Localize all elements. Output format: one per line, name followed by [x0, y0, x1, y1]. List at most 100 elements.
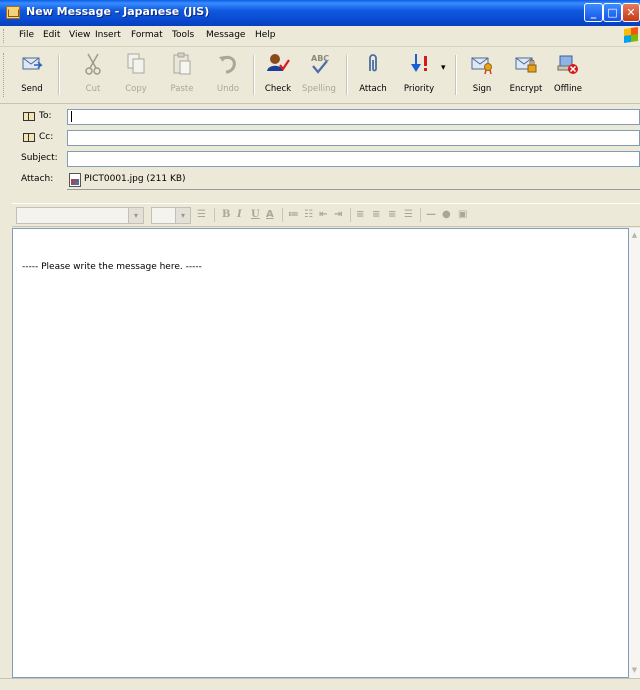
menu-tools[interactable]: Tools	[172, 30, 194, 40]
check-label: Check	[264, 84, 292, 94]
priority-label: Priority	[403, 84, 435, 94]
cc-row: Cc:	[0, 128, 640, 149]
scroll-down-icon[interactable]: ▼	[629, 665, 640, 676]
close-button[interactable]: ✕	[622, 3, 640, 22]
toolbar-separator	[346, 55, 348, 95]
address-book-icon[interactable]	[23, 133, 35, 142]
copy-icon	[127, 53, 145, 74]
encrypt-button[interactable]: Encrypt	[503, 51, 549, 99]
subject-field[interactable]	[67, 151, 640, 167]
underline-icon[interactable]: U	[251, 209, 260, 220]
undo-icon	[219, 55, 236, 74]
font-size-select[interactable]: ▾	[151, 207, 191, 224]
offline-button[interactable]: Offline	[545, 51, 591, 99]
cc-label[interactable]: Cc:	[39, 132, 53, 142]
toolbar-separator	[58, 55, 60, 95]
title-bar[interactable]: New Message - Japanese (JIS) _ □ ✕	[0, 0, 640, 26]
increase-indent-icon[interactable]: ⇥	[334, 209, 342, 220]
menu-grip	[3, 29, 7, 43]
format-separator	[420, 208, 421, 222]
send-button[interactable]: Send	[9, 51, 55, 99]
copy-button[interactable]: Copy	[113, 51, 159, 99]
menu-bar: File Edit View Insert Format Tools Messa…	[0, 26, 640, 47]
to-row: To:	[0, 107, 640, 128]
format-separator	[214, 208, 215, 222]
status-bar	[0, 678, 640, 690]
message-body[interactable]: ----- Please write the message here. ---…	[12, 228, 629, 678]
horizontal-line-icon[interactable]: —	[426, 209, 436, 220]
maximize-button[interactable]: □	[603, 3, 622, 22]
check-names-button[interactable]: Check	[255, 51, 301, 99]
attach-label: Attach:	[21, 174, 54, 184]
spelling-icon: ABC	[311, 54, 329, 74]
check-names-icon	[267, 54, 290, 71]
attachment-list: PICT0001.jpg (211 KB)	[67, 172, 640, 190]
attachment-item[interactable]: PICT0001.jpg (211 KB)	[84, 174, 186, 184]
paragraph-style-icon[interactable]: ☰	[197, 209, 206, 220]
offline-icon	[557, 55, 578, 74]
copy-label: Copy	[125, 84, 147, 94]
vertical-scrollbar[interactable]: ▲ ▼	[629, 228, 640, 678]
encrypt-icon	[515, 57, 537, 73]
spelling-label: Spelling	[302, 84, 336, 94]
message-body-text: ----- Please write the message here. ---…	[22, 262, 202, 272]
insert-picture-icon[interactable]: ▣	[458, 209, 467, 220]
sign-label: Sign	[472, 84, 492, 94]
menu-message[interactable]: Message	[206, 30, 245, 40]
cut-icon	[85, 53, 101, 75]
to-label[interactable]: To:	[39, 111, 52, 121]
send-label: Send	[21, 84, 43, 94]
send-icon	[22, 57, 43, 70]
scroll-up-icon[interactable]: ▲	[629, 230, 640, 241]
numbered-list-icon[interactable]: ≔	[288, 209, 299, 220]
decrease-indent-icon[interactable]: ⇤	[319, 209, 327, 220]
bold-icon[interactable]: B	[222, 209, 230, 220]
cut-button[interactable]: Cut	[70, 51, 116, 99]
attach-button[interactable]: Attach	[350, 51, 396, 99]
toolbar-separator	[455, 55, 457, 95]
windows-logo-icon	[624, 27, 638, 43]
menu-file[interactable]: File	[19, 30, 34, 40]
sign-icon	[471, 57, 492, 75]
format-separator	[282, 208, 283, 222]
italic-icon[interactable]: I	[237, 209, 242, 220]
chevron-down-icon: ▾	[128, 208, 143, 223]
font-color-icon[interactable]: A	[266, 209, 274, 220]
paste-label: Paste	[170, 84, 194, 94]
align-right-icon[interactable]: ≡	[388, 209, 396, 220]
address-book-icon[interactable]	[23, 112, 35, 121]
subject-label: Subject:	[21, 153, 58, 163]
toolbar-grip	[3, 53, 7, 97]
cut-label: Cut	[85, 84, 101, 94]
justify-icon[interactable]: ☰	[404, 209, 413, 220]
menu-edit[interactable]: Edit	[43, 30, 60, 40]
formatting-toolbar: ▾ ▾ ☰ B I U A ≔ ☷ ⇤ ⇥ ≡ ≡ ≡ ☰ — ● ▣	[12, 203, 640, 227]
menu-format[interactable]: Format	[131, 30, 163, 40]
menu-view[interactable]: View	[69, 30, 90, 40]
priority-button[interactable]: Priority	[396, 51, 442, 99]
offline-label: Offline	[554, 84, 582, 94]
hyperlink-icon[interactable]: ●	[442, 209, 451, 220]
spelling-button[interactable]: ABC Spelling	[296, 51, 342, 99]
align-center-icon[interactable]: ≡	[372, 209, 380, 220]
bullet-list-icon[interactable]: ☷	[304, 209, 313, 220]
cc-field[interactable]	[67, 130, 640, 146]
align-left-icon[interactable]: ≡	[356, 209, 364, 220]
font-name-select[interactable]: ▾	[16, 207, 144, 224]
format-separator	[350, 208, 351, 222]
attach-label: Attach	[359, 84, 387, 94]
paste-button[interactable]: Paste	[159, 51, 205, 99]
text-cursor	[71, 111, 72, 122]
toolbar: Send Cut Copy Paste Undo Check ABC Spell…	[0, 47, 640, 104]
new-message-icon	[6, 6, 20, 19]
attach-row: Attach: PICT0001.jpg (211 KB)	[0, 170, 640, 191]
paste-icon	[173, 52, 191, 75]
undo-label: Undo	[216, 84, 240, 94]
menu-insert[interactable]: Insert	[95, 30, 121, 40]
priority-dropdown-arrow-icon[interactable]: ▾	[441, 63, 446, 73]
undo-button[interactable]: Undo	[205, 51, 251, 99]
to-field[interactable]	[67, 109, 640, 125]
menu-help[interactable]: Help	[255, 30, 276, 40]
sign-button[interactable]: Sign	[459, 51, 505, 99]
minimize-button[interactable]: _	[584, 3, 603, 22]
